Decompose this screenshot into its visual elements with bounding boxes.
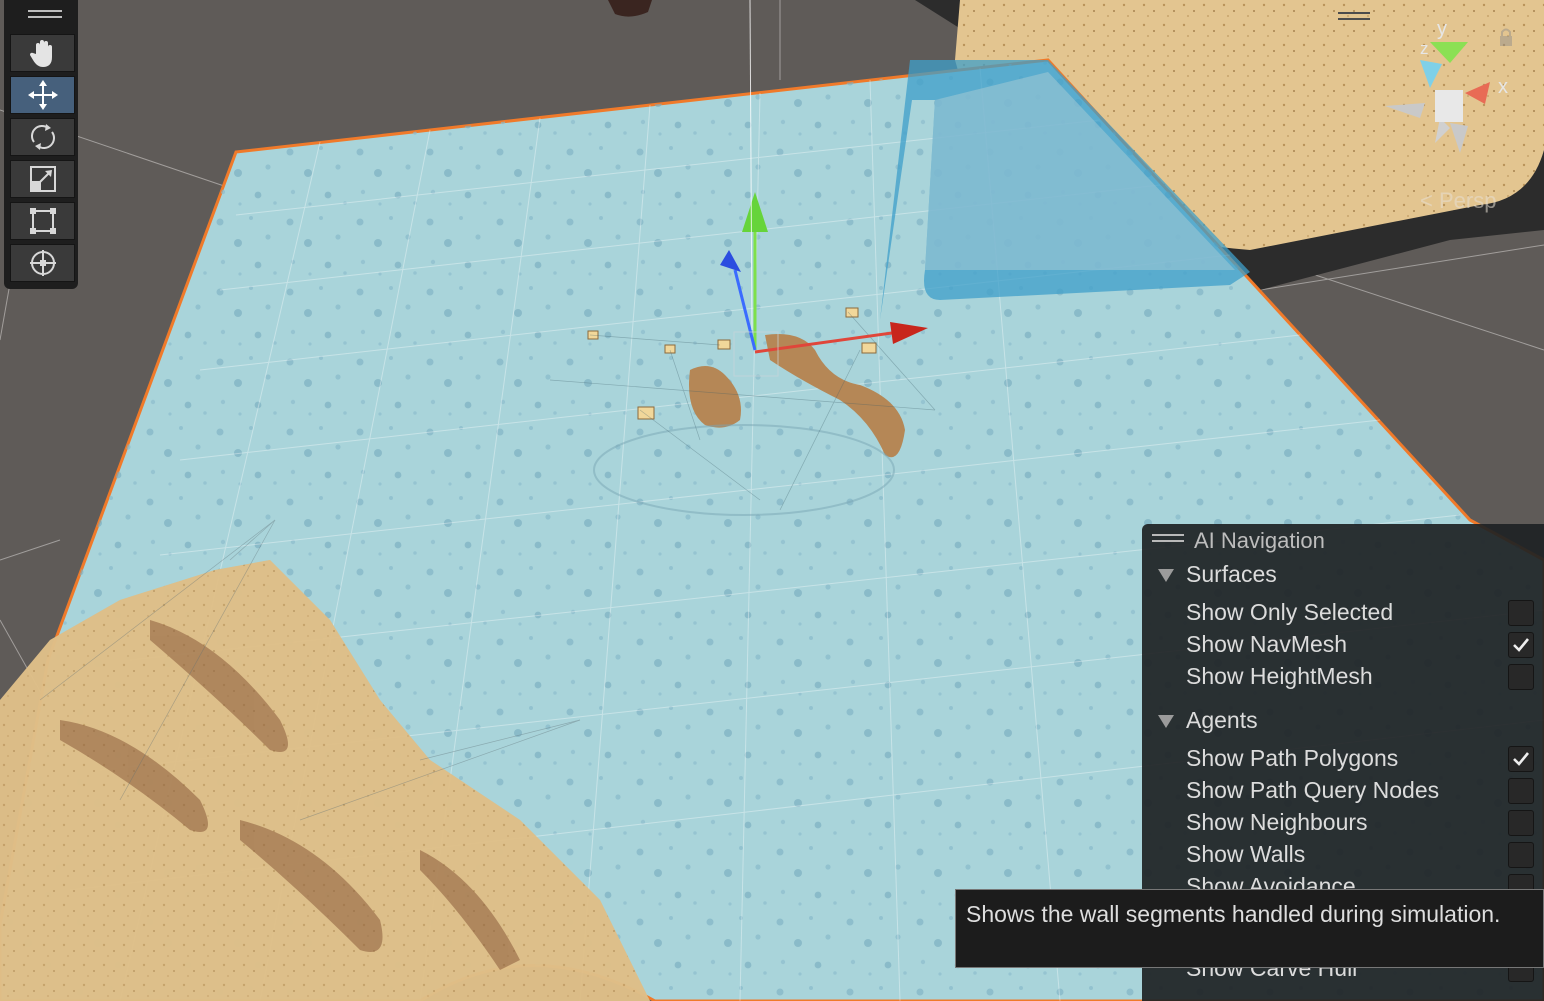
triangle-down-icon: [1158, 569, 1174, 583]
rect-tool-button[interactable]: [10, 202, 75, 240]
option-show-path-query-nodes: Show Path Query Nodes: [1186, 777, 1440, 803]
checkbox-show-heightmesh[interactable]: [1508, 664, 1534, 690]
tool-palette: [4, 0, 78, 289]
section-agents-label: Agents: [1186, 707, 1258, 733]
perspective-label[interactable]: < Persp: [1420, 188, 1496, 214]
z-axis-label: z: [1420, 39, 1429, 58]
option-show-path-polygons: Show Path Polygons: [1186, 745, 1399, 771]
overlay-grip-icon[interactable]: [1338, 12, 1370, 24]
transform-icon: [29, 250, 56, 276]
section-surfaces[interactable]: Surfaces: [1158, 561, 1277, 588]
section-surfaces-label: Surfaces: [1186, 561, 1277, 587]
move-icon: [27, 80, 58, 110]
checkmark-icon: [1513, 752, 1530, 766]
option-show-neighbours: Show Neighbours: [1186, 809, 1368, 835]
checkbox-show-neighbours[interactable]: [1508, 810, 1534, 836]
chevron-left-icon: <: [1420, 188, 1433, 213]
rotate-tool-button[interactable]: [10, 118, 75, 156]
checkbox-show-navmesh[interactable]: [1508, 632, 1534, 658]
checkbox-show-walls[interactable]: [1508, 842, 1534, 868]
option-show-heightmesh: Show HeightMesh: [1186, 663, 1373, 689]
view-mode-label: Persp: [1438, 188, 1497, 213]
hand-icon: [29, 40, 52, 67]
option-show-walls: Show Walls: [1186, 841, 1306, 867]
checkbox-show-path-polygons[interactable]: [1508, 746, 1534, 772]
panel-header[interactable]: AI Navigation: [1142, 524, 1544, 558]
lock-icon[interactable]: [1500, 28, 1512, 47]
option-show-only-selected: Show Only Selected: [1186, 599, 1394, 625]
option-show-navmesh: Show NavMesh: [1186, 631, 1348, 657]
scale-icon: [29, 166, 56, 192]
panel-grip-icon[interactable]: [1152, 534, 1184, 546]
x-axis-label: x: [1498, 76, 1508, 98]
y-axis-label: y: [1437, 18, 1447, 40]
panel-title: AI Navigation: [1194, 528, 1325, 553]
move-tool-button[interactable]: [10, 76, 75, 114]
triangle-down-icon: [1158, 715, 1174, 729]
tool-palette-grip-icon[interactable]: [28, 10, 62, 24]
section-agents[interactable]: Agents: [1158, 707, 1258, 734]
view-orientation-gizmo[interactable]: y x z: [1380, 18, 1520, 208]
checkmark-icon: [1513, 638, 1530, 652]
transform-tool-button[interactable]: [10, 244, 75, 282]
rotate-icon: [30, 124, 55, 150]
scale-tool-button[interactable]: [10, 160, 75, 198]
checkbox-show-path-query-nodes[interactable]: [1508, 778, 1534, 804]
rect-transform-icon: [29, 208, 56, 234]
hand-tool-button[interactable]: [10, 34, 75, 72]
checkbox-show-only-selected[interactable]: [1508, 600, 1534, 626]
tooltip: Shows the wall segments handled during s…: [955, 889, 1544, 968]
